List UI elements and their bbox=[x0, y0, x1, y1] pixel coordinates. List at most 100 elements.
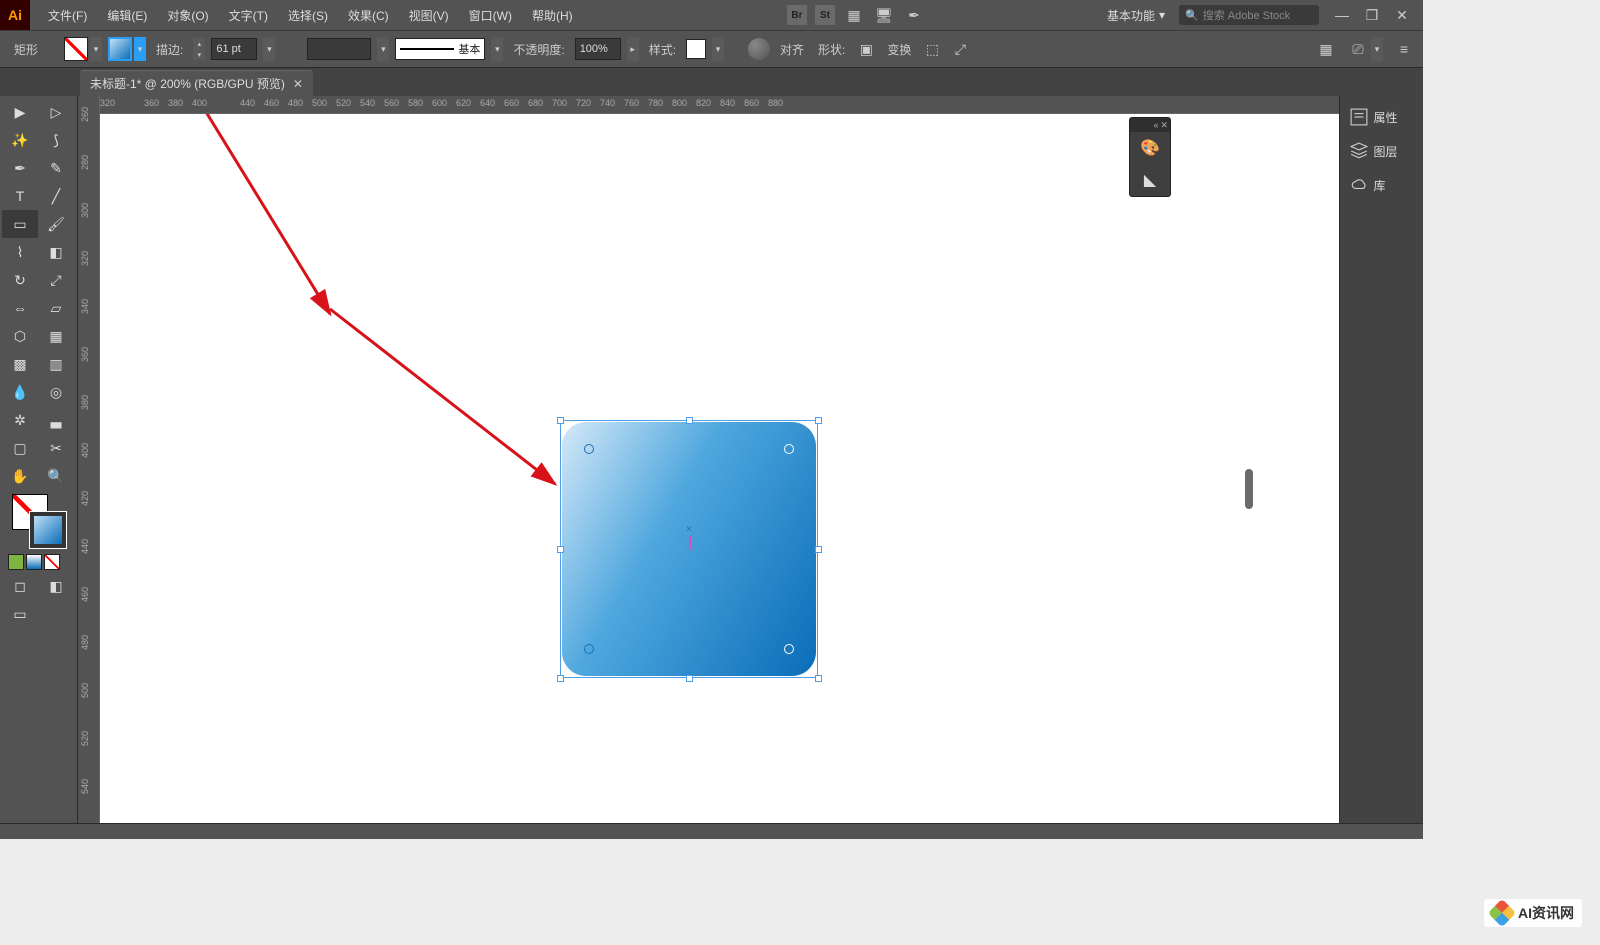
color-mode-solid[interactable] bbox=[8, 554, 24, 570]
isolate-icon[interactable]: ⬚ bbox=[921, 38, 943, 60]
color-guide-icon[interactable]: ◣ bbox=[1130, 164, 1170, 196]
close-tab-icon[interactable]: ✕ bbox=[293, 77, 303, 91]
graphic-style-swatch[interactable] bbox=[686, 39, 706, 59]
snap-pixel-icon[interactable]: ▦ bbox=[1315, 38, 1337, 60]
menu-window[interactable]: 窗口(W) bbox=[459, 0, 522, 30]
screen-mode-button[interactable]: ▭ bbox=[2, 600, 38, 628]
step-down-icon[interactable]: ▾ bbox=[193, 49, 205, 60]
window-minimize-button[interactable]: — bbox=[1327, 4, 1357, 26]
sel-handle-mr[interactable] bbox=[815, 546, 822, 553]
var-width-caret[interactable]: ▾ bbox=[377, 37, 389, 61]
menu-view[interactable]: 视图(V) bbox=[399, 0, 459, 30]
fill-stroke-indicator[interactable] bbox=[12, 494, 66, 548]
menu-object[interactable]: 对象(O) bbox=[157, 0, 218, 30]
transform-each-icon[interactable]: ⤢ bbox=[949, 38, 971, 60]
menu-file[interactable]: 文件(F) bbox=[38, 0, 97, 30]
pen-tool[interactable]: ✒ bbox=[2, 154, 38, 182]
draw-mode-behind[interactable]: ◧ bbox=[38, 572, 74, 600]
shaper-tool[interactable]: ⌇ bbox=[2, 238, 38, 266]
panel-properties[interactable]: 属性 bbox=[1344, 102, 1420, 132]
align-to-dropdown[interactable]: ⎚▾ bbox=[1347, 37, 1383, 61]
var-width-profile-dropdown[interactable] bbox=[307, 38, 371, 60]
blend-tool[interactable]: ◎ bbox=[38, 378, 74, 406]
slice-tool[interactable]: ✂ bbox=[38, 434, 74, 462]
color-panel-icon[interactable]: 🎨 bbox=[1130, 132, 1170, 164]
align-label[interactable]: 对齐 bbox=[776, 41, 808, 58]
stroke-indicator[interactable] bbox=[30, 512, 66, 548]
stock-icon[interactable]: St bbox=[815, 5, 835, 25]
free-transform-tool[interactable]: ▱ bbox=[38, 294, 74, 322]
sel-handle-bl[interactable] bbox=[557, 675, 564, 682]
color-mode-gradient[interactable] bbox=[26, 554, 42, 570]
brush-definition-dropdown[interactable]: 基本 bbox=[395, 38, 485, 60]
workspace-switcher[interactable]: 基本功能▾ bbox=[1101, 7, 1171, 24]
search-stock-input[interactable]: 🔍搜索 Adobe Stock bbox=[1179, 5, 1319, 25]
quill-icon[interactable]: ✒ bbox=[903, 4, 925, 26]
corner-widget-bl[interactable] bbox=[584, 644, 594, 654]
paintbrush-tool[interactable]: 🖌 bbox=[38, 210, 74, 238]
sel-handle-br[interactable] bbox=[815, 675, 822, 682]
window-restore-button[interactable]: ❐ bbox=[1357, 4, 1387, 26]
stroke-swatch[interactable] bbox=[108, 37, 132, 61]
panel-libraries[interactable]: 库 bbox=[1344, 170, 1420, 200]
stroke-weight-caret[interactable]: ▾ bbox=[263, 37, 275, 61]
gradient-tool[interactable]: ▥ bbox=[38, 350, 74, 378]
panel-menu-icon[interactable]: ≡ bbox=[1393, 38, 1415, 60]
rectangle-tool[interactable]: ▭ bbox=[2, 210, 38, 238]
stroke-swatch-group[interactable]: ▾ bbox=[108, 37, 146, 61]
arrange-docs-icon[interactable]: ▦ bbox=[843, 4, 865, 26]
curvature-tool[interactable]: ✎ bbox=[38, 154, 74, 182]
opacity-input[interactable]: 100% bbox=[575, 38, 621, 60]
menu-edit[interactable]: 编辑(E) bbox=[97, 0, 157, 30]
fill-swatch-group[interactable]: ▾ bbox=[64, 37, 102, 61]
zoom-tool[interactable]: 🔍 bbox=[38, 462, 74, 490]
brush-caret[interactable]: ▾ bbox=[491, 37, 503, 61]
rotate-tool[interactable]: ↻ bbox=[2, 266, 38, 294]
vertical-ruler[interactable]: 2602803003203403603804004204404604805005… bbox=[78, 96, 100, 823]
shape-builder-tool[interactable]: ⬡ bbox=[2, 322, 38, 350]
hand-tool[interactable]: ✋ bbox=[2, 462, 38, 490]
lasso-tool[interactable]: ⟆ bbox=[38, 126, 74, 154]
graphic-style-caret[interactable]: ▾ bbox=[712, 37, 724, 61]
stroke-weight-stepper[interactable]: ▴▾ bbox=[193, 38, 205, 60]
close-icon[interactable]: ✕ bbox=[1160, 120, 1168, 131]
line-tool[interactable]: ╱ bbox=[38, 182, 74, 210]
sel-handle-tl[interactable] bbox=[557, 417, 564, 424]
corner-widget-tl[interactable] bbox=[584, 444, 594, 454]
fill-swatch[interactable] bbox=[64, 37, 88, 61]
floating-color-panel[interactable]: «✕ 🎨 ◣ bbox=[1129, 117, 1171, 197]
sel-handle-tr[interactable] bbox=[815, 417, 822, 424]
step-up-icon[interactable]: ▴ bbox=[193, 38, 205, 49]
menu-type[interactable]: 文字(T) bbox=[219, 0, 278, 30]
panel-layers[interactable]: 图层 bbox=[1344, 136, 1420, 166]
horizontal-ruler[interactable]: 3203603804004404604805005205405605806006… bbox=[100, 96, 1339, 114]
perspective-tool[interactable]: ▦ bbox=[38, 322, 74, 350]
shape-mode-icon[interactable]: ▣ bbox=[855, 38, 877, 60]
bridge-icon[interactable]: Br bbox=[787, 5, 807, 25]
draw-mode-normal[interactable]: ◻ bbox=[2, 572, 38, 600]
canvas-scrollbar[interactable] bbox=[1245, 469, 1253, 509]
direct-selection-tool[interactable]: ▷ bbox=[38, 98, 74, 126]
artboard-area[interactable]: × «✕ 🎨 ◣ bbox=[100, 114, 1339, 823]
align-to-caret[interactable]: ▾ bbox=[1371, 37, 1383, 61]
graph-tool[interactable]: ▃ bbox=[38, 406, 74, 434]
sel-handle-ml[interactable] bbox=[557, 546, 564, 553]
stroke-dropdown-caret[interactable]: ▾ bbox=[134, 37, 146, 61]
type-tool[interactable]: T bbox=[2, 182, 38, 210]
stroke-weight-input[interactable]: 61 pt bbox=[211, 38, 257, 60]
eyedropper-tool[interactable]: 💧 bbox=[2, 378, 38, 406]
opacity-caret[interactable]: ▸ bbox=[627, 37, 639, 61]
menu-effect[interactable]: 效果(C) bbox=[338, 0, 399, 30]
recolor-artwork-icon[interactable] bbox=[748, 38, 770, 60]
mesh-tool[interactable]: ▩ bbox=[2, 350, 38, 378]
transform-label[interactable]: 变换 bbox=[883, 41, 915, 58]
sel-handle-bm[interactable] bbox=[686, 675, 693, 682]
gpu-icon[interactable]: 🖥 bbox=[873, 4, 895, 26]
magic-wand-tool[interactable]: ✨ bbox=[2, 126, 38, 154]
width-tool[interactable]: ⇔ bbox=[2, 294, 38, 322]
scale-tool[interactable]: ⤢ bbox=[38, 266, 74, 294]
window-close-button[interactable]: ✕ bbox=[1387, 4, 1417, 26]
sel-handle-tm[interactable] bbox=[686, 417, 693, 424]
color-mode-none[interactable] bbox=[44, 554, 60, 570]
collapse-icon[interactable]: « bbox=[1153, 120, 1158, 130]
